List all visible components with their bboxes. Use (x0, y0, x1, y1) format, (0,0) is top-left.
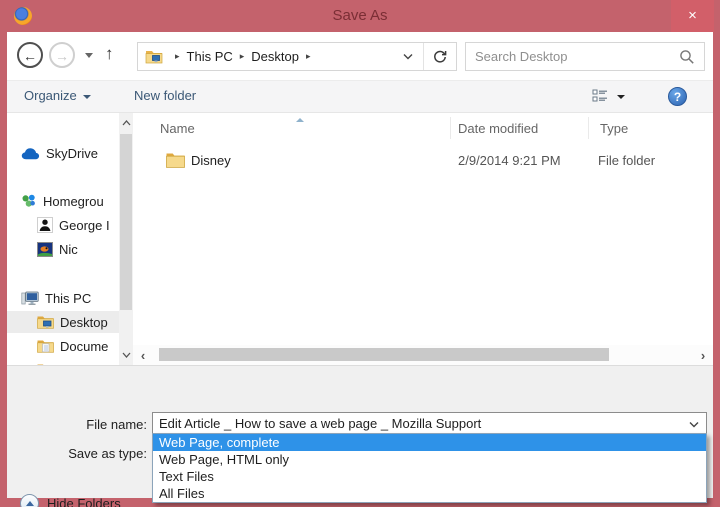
new-folder-label: New folder (134, 88, 196, 103)
help-icon[interactable]: ? (668, 87, 687, 106)
file-date-modified: 2/9/2014 9:21 PM (458, 153, 561, 168)
column-divider[interactable] (588, 117, 589, 139)
sidebar-item-george[interactable]: George I (7, 214, 119, 236)
column-header-date-modified[interactable]: Date modified (458, 121, 538, 136)
folder-icon (166, 152, 185, 168)
sidebar-item-desktop[interactable]: Desktop (7, 311, 119, 333)
sidebar-item-nic[interactable]: Nic (7, 238, 119, 260)
sidebar-item-label: Docume (60, 339, 108, 354)
sort-ascending-icon (296, 118, 304, 122)
dropdown-option-all-files[interactable]: All Files (153, 485, 706, 502)
title-bar: Save As × (0, 0, 720, 32)
sidebar-scrollbar[interactable] (119, 113, 133, 365)
scroll-right-icon[interactable]: › (693, 348, 713, 363)
navigation-sidebar: SkyDrive Homegrou (7, 113, 119, 365)
close-button[interactable]: × (671, 0, 714, 32)
sidebar-item-documents[interactable]: Docume (7, 335, 119, 357)
file-name-input[interactable] (159, 414, 679, 433)
chevron-down-icon (83, 95, 91, 99)
dialog-body: ← → ↑ ▸ This PC ▸ Desktop ▸ (7, 32, 713, 498)
desktop-folder-icon (145, 49, 163, 64)
hide-folders-button[interactable]: Hide Folders (20, 494, 121, 507)
file-row-disney[interactable]: Disney 2/9/2014 9:21 PM File folder (133, 149, 713, 175)
command-toolbar: Organize New folder (7, 80, 713, 113)
navigation-bar: ← → ↑ ▸ This PC ▸ Desktop ▸ (7, 32, 713, 80)
user-icon (37, 217, 53, 233)
breadcrumb-separator[interactable]: ▸ (233, 51, 252, 62)
scrollbar-thumb[interactable] (159, 348, 609, 361)
view-options[interactable] (592, 89, 625, 103)
search-input[interactable] (475, 44, 675, 69)
breadcrumb-desktop[interactable]: Desktop (251, 49, 299, 64)
computer-icon (21, 291, 39, 306)
dropdown-option-web-page-complete[interactable]: Web Page, complete (153, 434, 706, 451)
file-name-label: File name: (7, 417, 147, 432)
scroll-down-icon[interactable] (119, 347, 133, 363)
scrollbar-thumb[interactable] (120, 134, 132, 310)
save-as-dialog: Save As × ← → ↑ ▸ This PC ▸ (0, 0, 720, 507)
address-dropdown-icon[interactable] (393, 43, 423, 70)
list-view-icon[interactable] (592, 89, 608, 103)
sidebar-item-label: Desktop (60, 315, 108, 330)
back-button[interactable]: ← (17, 42, 43, 68)
file-list: Name Date modified Type Disney 2/9/2014 … (133, 113, 713, 365)
address-bar[interactable]: ▸ This PC ▸ Desktop ▸ (137, 42, 457, 71)
sidebar-item-label: This PC (45, 291, 91, 306)
organize-button[interactable]: Organize (24, 88, 91, 103)
picture-icon (37, 242, 53, 257)
search-icon[interactable] (679, 49, 695, 65)
refresh-icon[interactable] (424, 43, 456, 70)
dropdown-option-web-page-html-only[interactable]: Web Page, HTML only (153, 451, 706, 468)
breadcrumb-separator[interactable]: ▸ (299, 51, 318, 62)
breadcrumb-separator: ▸ (168, 51, 187, 62)
views-dropdown-icon[interactable] (617, 95, 625, 99)
search-box[interactable] (465, 42, 705, 71)
chevron-down-icon[interactable] (689, 421, 699, 428)
column-divider[interactable] (450, 117, 451, 139)
scroll-left-icon[interactable]: ‹ (133, 348, 153, 363)
sidebar-item-homegroup[interactable]: Homegrou (7, 190, 119, 212)
file-type: File folder (598, 153, 655, 168)
history-dropdown-icon[interactable] (85, 53, 93, 58)
save-as-type-dropdown-list: Web Page, complete Web Page, HTML only T… (152, 433, 707, 503)
column-headers: Name Date modified Type (133, 117, 713, 143)
sidebar-item-label: SkyDrive (46, 146, 98, 161)
sidebar-item-label: Nic (59, 242, 78, 257)
forward-button: → (49, 42, 75, 68)
desktop-folder-icon (37, 315, 54, 329)
list-horizontal-scrollbar[interactable]: ‹ › (133, 345, 713, 365)
dropdown-option-text-files[interactable]: Text Files (153, 468, 706, 485)
breadcrumb-this-pc[interactable]: This PC (187, 49, 233, 64)
new-folder-button[interactable]: New folder (134, 88, 196, 103)
column-header-name[interactable]: Name (160, 121, 195, 136)
sidebar-item-label: Homegrou (43, 194, 104, 209)
scroll-up-icon[interactable] (119, 115, 133, 131)
hide-folders-label: Hide Folders (47, 496, 121, 507)
skydrive-cloud-icon (21, 147, 40, 160)
sidebar-item-label: George I (59, 218, 110, 233)
sidebar-item-this-pc[interactable]: This PC (7, 287, 119, 309)
save-as-type-label: Save as type: (7, 446, 147, 461)
file-name: Disney (191, 153, 231, 168)
dialog-title: Save As (0, 7, 720, 24)
sidebar-item-skydrive[interactable]: SkyDrive (7, 142, 119, 164)
up-button[interactable]: ↑ (105, 44, 114, 64)
organize-label: Organize (24, 88, 77, 103)
content-area: SkyDrive Homegrou (7, 113, 713, 365)
homegroup-icon (21, 193, 37, 209)
collapse-up-icon (20, 494, 39, 507)
column-header-type[interactable]: Type (600, 121, 628, 136)
file-name-combobox[interactable] (152, 412, 707, 435)
documents-folder-icon (37, 339, 54, 353)
